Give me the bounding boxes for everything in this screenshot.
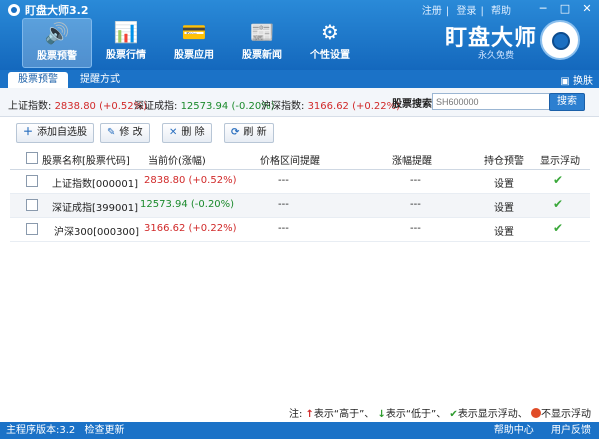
check-icon: ✔: [449, 409, 458, 420]
eye-brand-icon: [540, 20, 580, 60]
header-float: 显示浮动: [540, 156, 580, 167]
toolbar: ＋添加自选股 ✎ 修 改 ✕ 删 除 ⟳ 刷 新: [0, 117, 599, 145]
table-row[interactable]: 上证指数[000001] 2838.80 (+0.52%) --- --- 设置…: [10, 170, 590, 194]
tab-alert-method[interactable]: 提醒方式: [72, 72, 128, 88]
table-row[interactable]: 深证成指[399001] 12573.94 (-0.20%) --- --- 设…: [10, 194, 590, 218]
plus-icon: ＋: [23, 127, 33, 138]
header-name: 股票名称[股票代码]: [42, 156, 130, 167]
login-link[interactable]: 登录: [452, 6, 480, 17]
check-icon[interactable]: ✔: [553, 173, 563, 187]
range-alert[interactable]: ---: [278, 199, 289, 210]
nav-stock-alert[interactable]: 🔊 股票预警: [22, 18, 92, 68]
index-hs: 沪深指数: 3166.62 (+0.22%): [261, 101, 401, 112]
search-button[interactable]: 搜索: [549, 93, 585, 111]
row-checkbox[interactable]: [26, 175, 38, 187]
check-icon[interactable]: ✔: [553, 197, 563, 211]
delete-icon: ✕: [169, 127, 178, 138]
legend: 注: ↑表示“高于”、 ↓表示“低于”、 ✔表示显示浮动、 不显示浮动: [288, 408, 591, 420]
stock-price: 3166.62 (+0.22%): [144, 223, 237, 234]
refresh-button[interactable]: ⟳ 刷 新: [224, 123, 274, 143]
hold-setting-link[interactable]: 设置: [494, 223, 514, 238]
search-label: 股票搜索:: [392, 99, 436, 110]
status-right: 帮助中心 用户反馈: [480, 422, 591, 439]
index-sh: 上证指数: 2838.80 (+0.52%): [8, 101, 148, 112]
main-window: 盯盘大师3.2 注册 | 登录 | 帮助 ─ □ ✕ 🔊 股票预警 📊 股票行情 💳 股票…: [0, 0, 599, 439]
eye-logo-icon: [8, 4, 20, 16]
index-sz: 深证成指: 12573.94 (-0.20%): [134, 101, 275, 112]
nav-stock-apps[interactable]: 💳 股票应用: [160, 18, 228, 66]
stock-table: 股票名称[股票代码] 当前价(涨幅) 价格区间提醒 涨幅提醒 持仓预警 显示浮动…: [10, 147, 590, 242]
feedback-link[interactable]: 用户反馈: [551, 425, 591, 436]
help-center-link[interactable]: 帮助中心: [494, 425, 534, 436]
wrench-icon: ✎: [107, 127, 116, 138]
version-text: 主程序版本:3.2: [6, 425, 76, 436]
header-hold: 持仓预警: [484, 156, 524, 167]
status-bar: 主程序版本:3.2 检查更新 帮助中心 用户反馈: [0, 422, 599, 439]
brand-subtitle: 永久免费: [478, 51, 515, 61]
news-icon: 📰: [249, 20, 275, 44]
stock-price: 12573.94 (-0.20%): [140, 199, 235, 210]
stock-price: 2838.80 (+0.52%): [144, 175, 237, 186]
window-controls: ─ □ ✕: [535, 2, 595, 15]
row-checkbox[interactable]: [26, 199, 38, 211]
nav-stock-quotes[interactable]: 📊 股票行情: [92, 18, 160, 66]
up-arrow-icon: ↑: [305, 409, 314, 420]
header-range: 价格区间提醒: [260, 156, 320, 167]
stock-name: 深证成指[399001]: [52, 203, 138, 214]
row-checkbox[interactable]: [26, 223, 38, 235]
top-links: 注册 | 登录 | 帮助: [418, 2, 515, 17]
app-title: 盯盘大师3.2: [8, 2, 89, 18]
stock-name: 沪深300[000300]: [54, 227, 140, 238]
edit-button[interactable]: ✎ 修 改: [100, 123, 150, 143]
tab-bar: 股票预警 提醒方式 ▣ 换肤: [0, 70, 599, 88]
table-header: 股票名称[股票代码] 当前价(涨幅) 价格区间提醒 涨幅提醒 持仓预警 显示浮动: [10, 147, 590, 170]
check-update-link[interactable]: 检查更新: [84, 425, 124, 436]
bar-chart-icon: 📊: [113, 20, 139, 44]
status-left: 主程序版本:3.2 检查更新: [6, 422, 124, 439]
table-row[interactable]: 沪深300[000300] 3166.62 (+0.22%) --- --- 设…: [10, 218, 590, 242]
nav-settings[interactable]: ⚙ 个性设置: [296, 18, 364, 66]
hold-setting-link[interactable]: 设置: [494, 175, 514, 190]
hold-setting-link[interactable]: 设置: [494, 199, 514, 214]
help-link[interactable]: 帮助: [487, 6, 515, 17]
change-alert[interactable]: ---: [410, 175, 421, 186]
card-icon: 💳: [181, 20, 207, 44]
no-entry-icon: [531, 408, 541, 418]
range-alert[interactable]: ---: [278, 175, 289, 186]
check-icon[interactable]: ✔: [553, 221, 563, 235]
close-button[interactable]: ✕: [579, 2, 595, 15]
header-price: 当前价(涨幅): [148, 156, 206, 167]
register-link[interactable]: 注册: [418, 6, 446, 17]
speaker-icon: 🔊: [44, 21, 70, 45]
select-all-checkbox[interactable]: [26, 152, 38, 164]
main-nav: 🔊 股票预警 📊 股票行情 💳 股票应用 📰 股票新闻 ⚙ 个性设置: [22, 18, 364, 68]
change-alert[interactable]: ---: [410, 199, 421, 210]
change-alert[interactable]: ---: [410, 223, 421, 234]
gear-icon: ⚙: [321, 20, 339, 44]
search-input[interactable]: [432, 93, 550, 110]
index-bar: 上证指数: 2838.80 (+0.52%) 深证成指: 12573.94 (-…: [0, 88, 599, 117]
minimize-button[interactable]: ─: [535, 2, 551, 15]
nav-stock-news[interactable]: 📰 股票新闻: [228, 18, 296, 66]
refresh-icon: ⟳: [231, 127, 240, 138]
down-arrow-icon: ↓: [377, 409, 386, 420]
skin-button[interactable]: ▣ 换肤: [560, 72, 593, 87]
stock-name: 上证指数[000001]: [52, 179, 138, 190]
tab-stock-alert[interactable]: 股票预警: [8, 72, 68, 88]
title-bar: 盯盘大师3.2 注册 | 登录 | 帮助 ─ □ ✕ 🔊 股票预警 📊 股票行情 💳 股票…: [0, 0, 599, 71]
delete-button[interactable]: ✕ 删 除: [162, 123, 212, 143]
range-alert[interactable]: ---: [278, 223, 289, 234]
maximize-button[interactable]: □: [557, 2, 573, 15]
add-stock-button[interactable]: ＋添加自选股: [16, 123, 94, 143]
skin-icon: ▣: [560, 76, 573, 87]
header-change: 涨幅提醒: [392, 156, 432, 167]
